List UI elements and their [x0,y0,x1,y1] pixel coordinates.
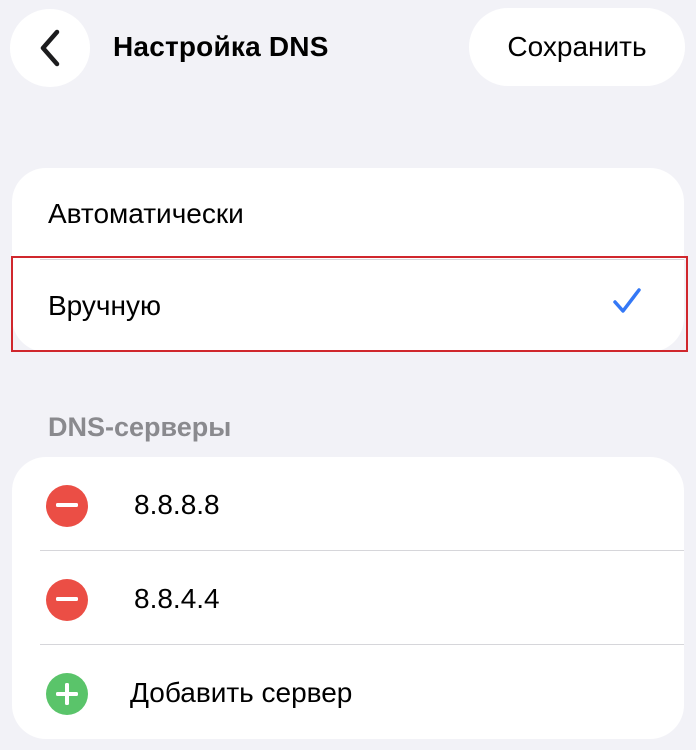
checkmark-icon [613,288,641,313]
dns-servers-section-header: DNS-серверы [48,412,232,442]
mode-option-manual[interactable]: Вручную [12,260,684,352]
dns-server-row: 8.8.8.8 [12,457,684,551]
mode-option-label: Автоматически [48,198,244,229]
add-server-button[interactable] [46,673,88,715]
add-server-label: Добавить сервер [130,677,353,708]
mode-option-label: Вручную [48,290,161,321]
remove-server-button[interactable] [46,579,88,621]
remove-server-button[interactable] [46,485,88,527]
dns-server-row: 8.8.4.4 [12,551,684,645]
minus-icon [56,597,78,601]
dns-server-address[interactable]: 8.8.8.8 [134,485,220,525]
back-button[interactable] [10,9,90,87]
plus-icon [56,683,78,705]
chevron-left-icon [40,29,60,67]
add-server-row[interactable]: Добавить сервер [12,645,684,739]
dns-mode-group: Автоматически Вручную [12,168,684,352]
mode-option-automatic[interactable]: Автоматически [12,168,684,260]
save-button[interactable]: Сохранить [469,8,685,86]
minus-icon [56,503,78,507]
page-title: Настройка DNS [113,31,329,62]
dns-server-address[interactable]: 8.8.4.4 [134,579,220,619]
dns-servers-group: 8.8.8.8 8.8.4.4 Добавить сервер [12,457,684,739]
